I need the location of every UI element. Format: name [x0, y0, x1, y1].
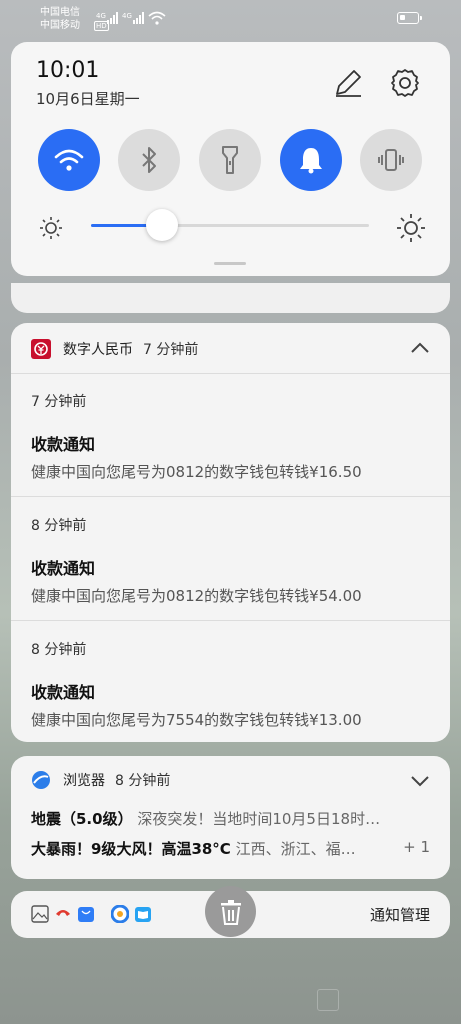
status-bar: 中国电信 中国移动 HD 4G 4G — [0, 0, 461, 40]
notification-time: 8 分钟前 — [31, 518, 87, 534]
browser-mini-icon — [111, 905, 129, 923]
sound-toggle[interactable] — [280, 129, 342, 191]
battery-icon — [397, 12, 422, 24]
trash-icon — [220, 899, 241, 925]
flashlight-toggle[interactable] — [199, 129, 261, 191]
bluetooth-icon — [142, 147, 156, 173]
brightness-high-icon — [397, 214, 425, 242]
browser-header: 浏览器 8 分钟前 — [31, 770, 170, 790]
notification-manage-button[interactable]: 通知管理 — [370, 904, 430, 925]
vibrate-icon — [378, 149, 404, 171]
gear-icon[interactable] — [389, 67, 421, 99]
svg-text:4G: 4G — [122, 12, 132, 20]
panel-drag-handle[interactable] — [214, 262, 246, 265]
chevron-down-icon[interactable] — [410, 774, 430, 788]
books-icon — [135, 907, 151, 922]
wifi-icon — [54, 149, 84, 171]
browser-time: 8 分钟前 — [115, 773, 171, 789]
wifi-status-icon — [148, 11, 166, 25]
dcep-header: 数字人民币 7 分钟前 — [31, 339, 198, 359]
news-2-bold: 大暴雨！9级大风！高温38°C — [31, 840, 231, 858]
notification-title: 收款通知 — [31, 559, 96, 578]
bell-icon — [300, 148, 322, 174]
clock-time: 10:01 — [36, 58, 100, 83]
bluetooth-toggle[interactable] — [118, 129, 180, 191]
notification-item[interactable]: 8 分钟前 收款通知 健康中国向您尾号为0812的数字钱包转钱¥54.00 — [31, 515, 438, 606]
browser-notification[interactable]: 浏览器 8 分钟前 地震（5.0级） 深夜突发！当地时间10月5日18时… 大暴… — [11, 756, 450, 879]
notification-title: 收款通知 — [31, 683, 96, 702]
notification-body: 健康中国向您尾号为0812的数字钱包转钱¥16.50 — [31, 463, 362, 481]
dcep-app-icon — [31, 339, 51, 359]
wifi-toggle[interactable] — [38, 129, 100, 191]
news-1-rest: 深夜突发！当地时间10月5日18时… — [132, 810, 381, 828]
browser-app-name: 浏览器 — [63, 773, 105, 789]
notification-item[interactable]: 7 分钟前 收款通知 健康中国向您尾号为0812的数字钱包转钱¥16.50 — [31, 391, 438, 482]
clock-date: 10月6日星期一 — [36, 90, 140, 108]
browser-app-icon — [32, 771, 50, 789]
notification-item[interactable]: 8 分钟前 收款通知 健康中国向您尾号为7554的数字钱包转钱¥13.00 — [31, 639, 438, 730]
nav-recents-button[interactable] — [317, 989, 339, 1011]
notification-title: 收款通知 — [31, 435, 96, 454]
edit-icon[interactable] — [333, 68, 363, 98]
brightness-slider-handle[interactable] — [146, 209, 178, 241]
more-count: + 1 — [403, 838, 430, 856]
dcep-time: 7 分钟前 — [143, 342, 199, 358]
dcep-notification-group[interactable]: 数字人民币 7 分钟前 7 分钟前 收款通知 健康中国向您尾号为0812的数字钱… — [11, 323, 450, 742]
news-1-bold: 地震（5.0级） — [31, 810, 133, 828]
dcep-app-name: 数字人民币 — [63, 342, 133, 358]
divider — [11, 496, 450, 497]
signal-icon: 4G — [96, 12, 118, 24]
signal-icon-2: 4G — [122, 12, 144, 24]
clear-all-button[interactable] — [205, 886, 256, 937]
notification-time: 8 分钟前 — [31, 642, 87, 658]
store-icon — [78, 907, 94, 922]
news-2-rest: 江西、浙江、福… — [230, 840, 356, 858]
brightness-slider[interactable] — [91, 224, 369, 227]
news-headline-2[interactable]: 大暴雨！9级大风！高温38°C 江西、浙江、福… — [31, 838, 396, 859]
carrier-2: 中国移动 — [40, 20, 80, 31]
chevron-up-icon[interactable] — [410, 341, 430, 355]
notification-body: 健康中国向您尾号为7554的数字钱包转钱¥13.00 — [31, 711, 362, 729]
flashlight-icon — [222, 146, 238, 174]
gallery-icon — [31, 905, 49, 923]
quick-settings-panel: 10:01 10月6日星期一 — [11, 42, 450, 276]
divider — [11, 620, 450, 621]
divider — [11, 373, 450, 374]
vibrate-toggle[interactable] — [360, 129, 422, 191]
carrier-1: 中国电信 — [40, 7, 80, 18]
collapsed-notification-stub[interactable] — [11, 283, 450, 313]
brightness-low-icon — [40, 217, 62, 239]
notification-body: 健康中国向您尾号为0812的数字钱包转钱¥54.00 — [31, 587, 362, 605]
notification-time: 7 分钟前 — [31, 394, 87, 410]
news-headline-1[interactable]: 地震（5.0级） 深夜突发！当地时间10月5日18时… — [31, 808, 434, 829]
svg-text:4G: 4G — [96, 12, 106, 20]
phone-icon — [56, 910, 70, 916]
